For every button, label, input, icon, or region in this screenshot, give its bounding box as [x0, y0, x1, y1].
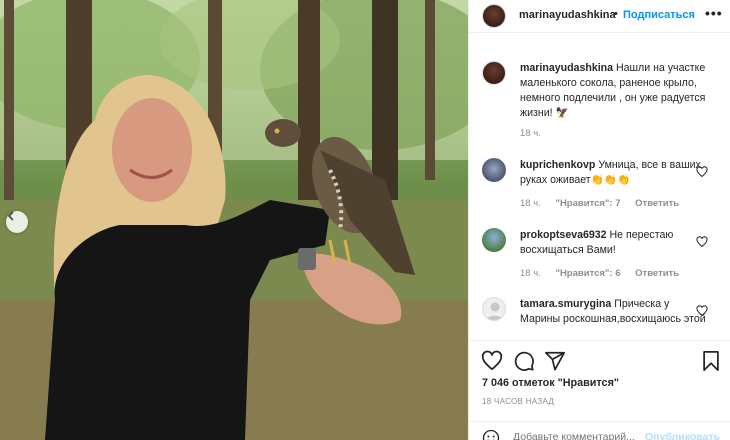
comment-meta: 18 ч. "Нравится": 7 Ответить: [520, 198, 691, 209]
like-comment-heart-icon[interactable]: [696, 305, 708, 317]
publish-button[interactable]: Опубликовать: [645, 431, 720, 440]
header-separator: •: [614, 8, 618, 20]
post-header: marinayudashkina • Подписаться •••: [469, 0, 730, 33]
caption-username[interactable]: marinayudashkina: [520, 62, 613, 74]
like-comment-heart-icon[interactable]: [696, 236, 708, 248]
chevron-left-icon: [7, 211, 14, 221]
caption-meta: 18 ч.: [520, 128, 553, 139]
like-comment-heart-icon[interactable]: [696, 166, 708, 178]
comment-username[interactable]: tamara.smurygina: [520, 298, 611, 310]
heart-icon[interactable]: [481, 350, 503, 372]
post-time-ago: 18 ЧАСОВ НАЗАД: [482, 397, 555, 406]
bookmark-icon[interactable]: [700, 350, 722, 372]
comment-body: prokoptseva6932 Не перестаю восхищаться …: [520, 228, 708, 258]
comment-icon[interactable]: [513, 350, 535, 372]
comment-body: tamara.smurygina Прическа у Марины роско…: [520, 297, 708, 327]
commenter-avatar[interactable]: [482, 297, 506, 321]
emoji-icon[interactable]: [482, 429, 500, 440]
comment-item: kuprichenkovp Умница, все в ваших руках …: [482, 158, 722, 218]
caption-time: 18 ч.: [520, 128, 541, 139]
author-avatar[interactable]: [482, 4, 506, 28]
comment-likes[interactable]: "Нравится": 7: [555, 198, 620, 209]
default-avatar-icon: [486, 302, 504, 320]
comment-input[interactable]: [513, 431, 643, 440]
post-side-panel: marinayudashkina • Подписаться ••• marin…: [468, 0, 730, 440]
post-actions: 7 046 отметок "Нравится" 18 ЧАСОВ НАЗАД …: [469, 340, 730, 440]
previous-photo-button[interactable]: [6, 211, 28, 233]
add-comment-bar: Опубликовать: [469, 421, 730, 440]
likes-count[interactable]: 7 046 отметок "Нравится": [482, 377, 619, 389]
caption: marinayudashkina Нашли на участке малень…: [482, 61, 722, 141]
comments-list[interactable]: marinayudashkina Нашли на участке малень…: [469, 34, 730, 339]
more-options-button[interactable]: •••: [705, 5, 723, 21]
comment-username[interactable]: kuprichenkovp: [520, 159, 595, 171]
comment-time: 18 ч.: [520, 198, 541, 209]
comment-meta: 18 ч. "Нравится": 6 Ответить: [520, 268, 691, 279]
commenter-avatar[interactable]: [482, 158, 506, 182]
paper-plane-icon[interactable]: [544, 350, 566, 372]
comment-likes[interactable]: "Нравится": 6: [555, 268, 620, 279]
comment-time: 18 ч.: [520, 268, 541, 279]
comment-item: prokoptseva6932 Не перестаю восхищаться …: [482, 228, 722, 288]
post-photo[interactable]: [0, 0, 468, 440]
comment-body: kuprichenkovp Умница, все в ваших руках …: [520, 158, 708, 188]
commenter-avatar[interactable]: [482, 228, 506, 252]
comment-reply[interactable]: Ответить: [635, 268, 679, 279]
photo-scene: [0, 0, 468, 440]
author-username[interactable]: marinayudashkina: [519, 9, 616, 21]
caption-body: marinayudashkina Нашли на участке малень…: [520, 61, 708, 121]
comment-username[interactable]: prokoptseva6932: [520, 229, 607, 241]
caption-avatar[interactable]: [482, 61, 506, 85]
comment-item: tamara.smurygina Прическа у Марины роско…: [482, 297, 722, 339]
follow-button[interactable]: Подписаться: [623, 9, 695, 21]
comment-reply[interactable]: Ответить: [635, 198, 679, 209]
